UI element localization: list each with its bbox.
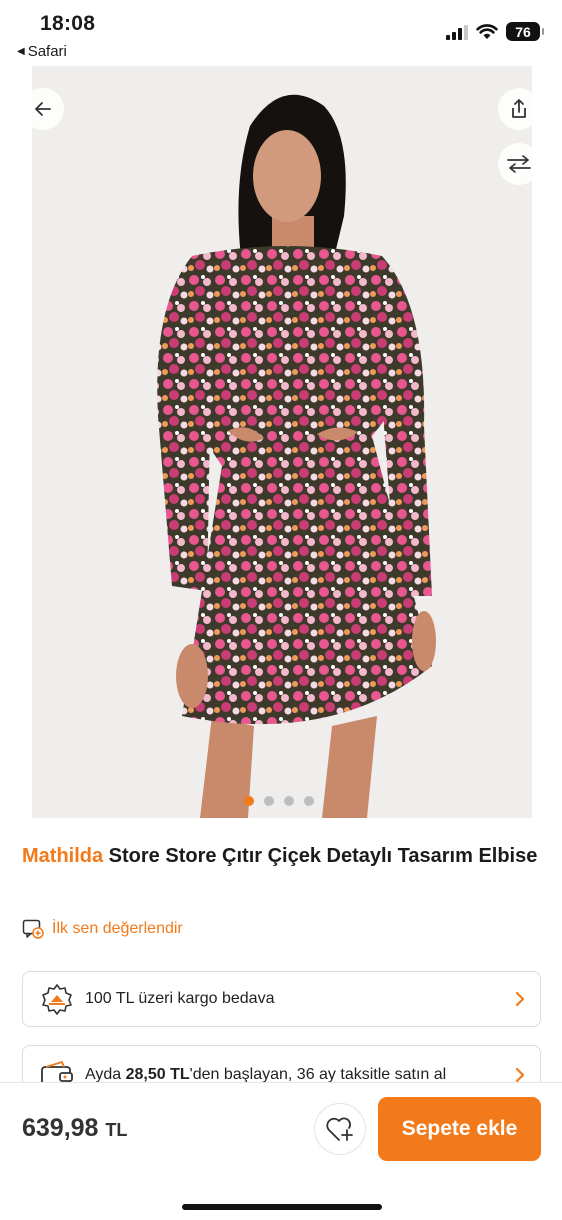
- product-name: Store Store Çıtır Çiçek Detaylı Tasarım …: [103, 845, 538, 867]
- bottom-action-bar: 639,98 TL Sepete ekle: [0, 1082, 562, 1220]
- pagination-dot[interactable]: [284, 796, 294, 806]
- review-link[interactable]: İlk sen değerlendir: [22, 919, 183, 939]
- battery-indicator: 76: [506, 22, 544, 41]
- pagination-dot[interactable]: [304, 796, 314, 806]
- system-icons: 76: [446, 22, 544, 41]
- product-image-gallery[interactable]: [32, 66, 532, 818]
- arrow-left-icon: [35, 102, 51, 116]
- back-triangle-icon: ◀: [17, 46, 25, 57]
- installment-prefix: Ayda: [85, 1066, 126, 1083]
- review-link-label: İlk sen değerlendir: [52, 920, 183, 937]
- back-app-label: Safari: [27, 43, 67, 60]
- compare-button[interactable]: [498, 143, 540, 185]
- back-to-app[interactable]: ◀ Safari: [17, 43, 67, 60]
- heart-add-icon: [326, 1117, 353, 1141]
- free-shipping-text: 100 TL üzeri kargo bedava: [85, 990, 275, 1007]
- back-button[interactable]: [22, 88, 64, 130]
- brand-name[interactable]: Mathilda: [22, 845, 103, 867]
- product-title: Mathilda Store Store Çıtır Çiçek Detaylı…: [22, 842, 542, 870]
- cellular-signal-icon: [446, 24, 468, 40]
- home-indicator[interactable]: [182, 1204, 382, 1210]
- favorite-button[interactable]: [314, 1103, 366, 1155]
- installment-amount: 28,50 TL: [125, 1066, 190, 1083]
- pagination-dot[interactable]: [264, 796, 274, 806]
- price-currency: TL: [105, 1120, 128, 1140]
- chevron-right-icon: [515, 991, 525, 1007]
- add-to-cart-button[interactable]: Sepete ekle: [378, 1097, 541, 1161]
- free-shipping-badge-icon: [39, 982, 75, 1016]
- installment-suffix: 'den başlayan, 36 ay taksitle satın al: [189, 1066, 447, 1083]
- gallery-pagination: [244, 796, 314, 806]
- price-amount: 639,98: [22, 1114, 99, 1142]
- review-edit-icon: [22, 919, 44, 939]
- wifi-icon: [476, 24, 498, 39]
- product-photo: [157, 94, 436, 818]
- pagination-dot-active[interactable]: [244, 796, 254, 806]
- free-shipping-card[interactable]: 100 TL üzeri kargo bedava: [22, 971, 541, 1027]
- chevron-right-icon: [515, 1067, 525, 1083]
- compare-arrows-icon: [507, 155, 531, 173]
- share-icon: [512, 99, 526, 118]
- clock: 18:08: [40, 12, 96, 35]
- product-price: 639,98 TL: [22, 1114, 127, 1143]
- share-button[interactable]: [498, 88, 540, 130]
- status-bar: 18:08 ◀ Safari 76: [0, 0, 562, 66]
